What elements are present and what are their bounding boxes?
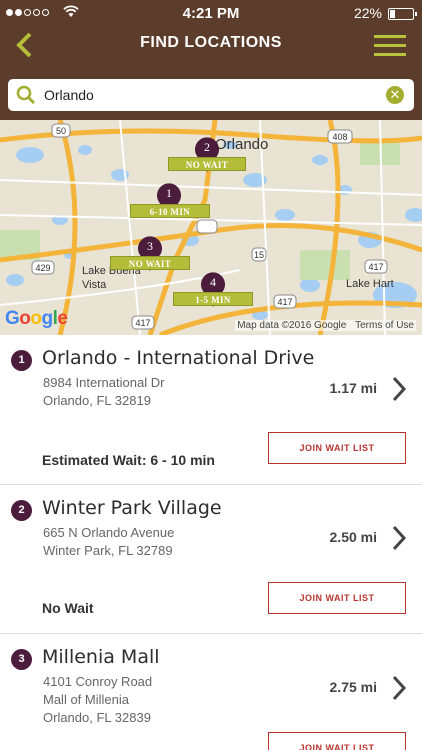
map-pin-number: 2	[204, 140, 210, 154]
chevron-right-icon[interactable]	[391, 376, 407, 402]
map-pin-number: 4	[210, 275, 216, 289]
estimated-wait: Estimated Wait: 6 - 10 min	[42, 452, 215, 468]
map-data-credit: Map data ©2016 Google	[237, 320, 347, 331]
search-icon	[16, 85, 36, 105]
address-line: 4101 Conroy Road	[43, 674, 153, 689]
battery-icon	[388, 8, 417, 20]
join-wait-list-button[interactable]: JOIN WAIT LIST	[268, 582, 406, 614]
location-number-badge: 3	[11, 649, 32, 670]
wait-ribbon: NO WAIT	[110, 256, 190, 270]
location-card[interactable]: 3 Millenia Mall 4101 Conroy Road Mall of…	[0, 635, 422, 750]
location-number-badge: 1	[11, 350, 32, 371]
estimated-wait: No Wait	[42, 600, 94, 616]
road-shield-50: 50	[55, 126, 66, 136]
road-shield-408: 408	[332, 132, 348, 142]
location-distance: 2.50 mi	[329, 529, 377, 545]
location-address: 665 N Orlando Avenue Winter Park, FL 327…	[43, 524, 174, 560]
location-distance: 2.75 mi	[329, 679, 377, 695]
location-address: 8984 International Dr Orlando, FL 32819	[43, 374, 164, 410]
status-bar: 4:21 PM 22%	[0, 0, 422, 26]
road-shield-429: 429	[35, 263, 51, 273]
address-line: Winter Park, FL 32789	[43, 543, 173, 558]
road-shield-15: 15	[253, 250, 264, 260]
location-address: 4101 Conroy Road Mall of Millenia Orland…	[43, 673, 152, 727]
battery-percentage: 22%	[353, 5, 382, 21]
location-distance: 1.17 mi	[329, 380, 377, 396]
wait-ribbon: 6-10 MIN	[130, 204, 210, 218]
location-card[interactable]: 1 Orlando - International Drive 8984 Int…	[0, 336, 422, 485]
wait-ribbon: 1-5 MIN	[173, 292, 253, 306]
join-wait-list-button[interactable]: JOIN WAIT LIST	[268, 732, 406, 750]
road-shield-417: 417	[277, 297, 293, 307]
wait-ribbon: NO WAIT	[168, 157, 246, 171]
hamburger-menu-icon[interactable]	[374, 35, 406, 56]
chevron-right-icon[interactable]	[391, 675, 407, 701]
map-pin-number: 1	[166, 186, 172, 200]
location-name: Millenia Mall	[42, 646, 160, 668]
location-name: Winter Park Village	[42, 497, 222, 519]
location-number-badge: 2	[11, 500, 32, 521]
terms-of-use-link[interactable]: Terms of Use	[355, 320, 414, 331]
clear-search-icon[interactable]: ✕	[386, 86, 404, 104]
map-city-label: Orlando	[215, 136, 269, 153]
road-shield-417: 417	[135, 318, 151, 328]
address-line: 8984 International Dr	[43, 375, 165, 390]
map-view[interactable]: 50 408 429 417 417 417 15 Orlando Lake B…	[0, 120, 422, 335]
address-line: Orlando, FL 32819	[43, 393, 151, 408]
road-shield-417: 417	[368, 262, 384, 272]
map-attribution: Map data ©2016 Google Terms of Use	[235, 320, 416, 331]
location-card[interactable]: 2 Winter Park Village 665 N Orlando Aven…	[0, 486, 422, 634]
address-line: Orlando, FL 32839	[43, 710, 151, 725]
map-pin-number: 3	[147, 239, 153, 253]
search-input[interactable]	[44, 84, 374, 106]
address-line: Mall of Millenia	[43, 692, 129, 707]
app-header: 4:21 PM 22% FIND LOCATIONS ✕	[0, 0, 422, 120]
navigation-bar: FIND LOCATIONS	[0, 26, 422, 70]
chevron-right-icon[interactable]	[391, 525, 407, 551]
address-line: 665 N Orlando Avenue	[43, 525, 175, 540]
page-title: FIND LOCATIONS	[140, 34, 282, 51]
location-name: Orlando - International Drive	[42, 347, 315, 369]
search-bar: ✕	[8, 79, 414, 111]
join-wait-list-button[interactable]: JOIN WAIT LIST	[268, 432, 406, 464]
map-town-label: Lake Hart	[346, 278, 394, 290]
google-logo: Google	[5, 308, 68, 329]
